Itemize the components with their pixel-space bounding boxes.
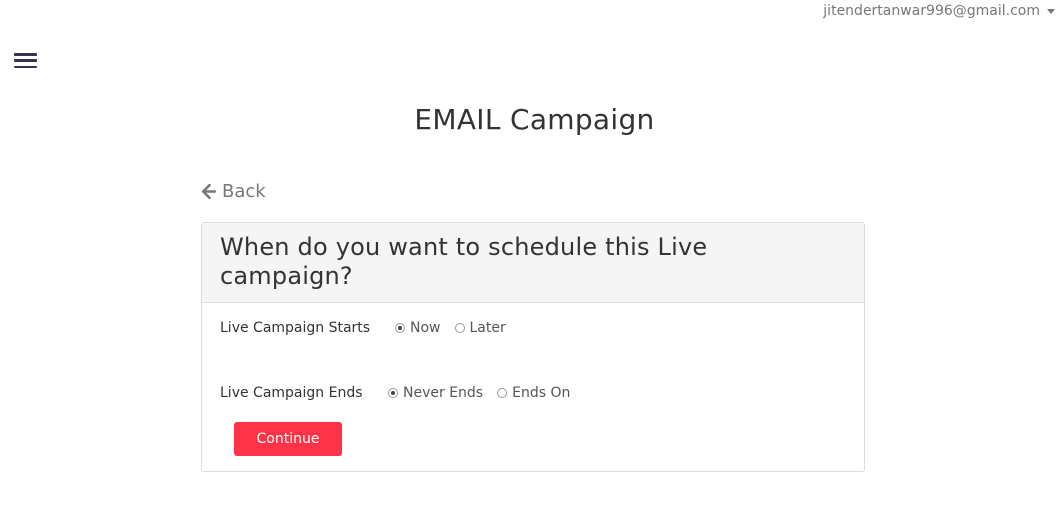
ends-on-label: Ends On xyxy=(512,385,571,401)
ends-row: Live Campaign Ends Never Ends Ends On xyxy=(220,385,584,401)
ends-never-label: Never Ends xyxy=(403,385,484,401)
starts-now-label: Now xyxy=(410,320,441,336)
starts-label: Live Campaign Starts xyxy=(220,320,371,336)
ends-never-radio[interactable]: Never Ends xyxy=(388,385,483,401)
card-heading: When do you want to schedule this Live c… xyxy=(220,233,708,290)
page-title: EMAIL Campaign xyxy=(414,103,655,136)
ends-radio-group: Never Ends Ends On xyxy=(388,385,584,401)
user-account-menu[interactable]: jitendertanwar996@gmail.com xyxy=(823,3,1055,19)
hamburger-menu-icon[interactable] xyxy=(14,53,38,69)
starts-radio-group: Now Later xyxy=(395,320,520,336)
radio-checked-icon xyxy=(395,323,405,333)
radio-checked-icon xyxy=(388,388,398,398)
radio-unchecked-icon xyxy=(454,323,465,333)
back-label: Back xyxy=(222,181,266,202)
starts-row: Live Campaign Starts Now Later xyxy=(220,320,520,336)
arrow-left-icon xyxy=(201,183,217,200)
caret-down-icon xyxy=(1047,9,1055,14)
schedule-card: When do you want to schedule this Live c… xyxy=(201,222,865,472)
card-header: When do you want to schedule this Live c… xyxy=(202,223,864,303)
back-link[interactable]: Back xyxy=(200,181,266,202)
starts-now-radio[interactable]: Now xyxy=(395,320,441,336)
user-email: jitendertanwar996@gmail.com xyxy=(823,3,1040,19)
ends-label: Live Campaign Ends xyxy=(220,385,363,401)
page: jitendertanwar996@gmail.com EMAIL Campai… xyxy=(0,0,1059,516)
starts-later-radio[interactable]: Later xyxy=(454,320,506,336)
starts-later-label: Later xyxy=(469,320,506,336)
continue-button[interactable]: Continue xyxy=(234,422,342,456)
ends-on-radio[interactable]: Ends On xyxy=(497,385,570,401)
radio-unchecked-icon xyxy=(497,388,508,398)
